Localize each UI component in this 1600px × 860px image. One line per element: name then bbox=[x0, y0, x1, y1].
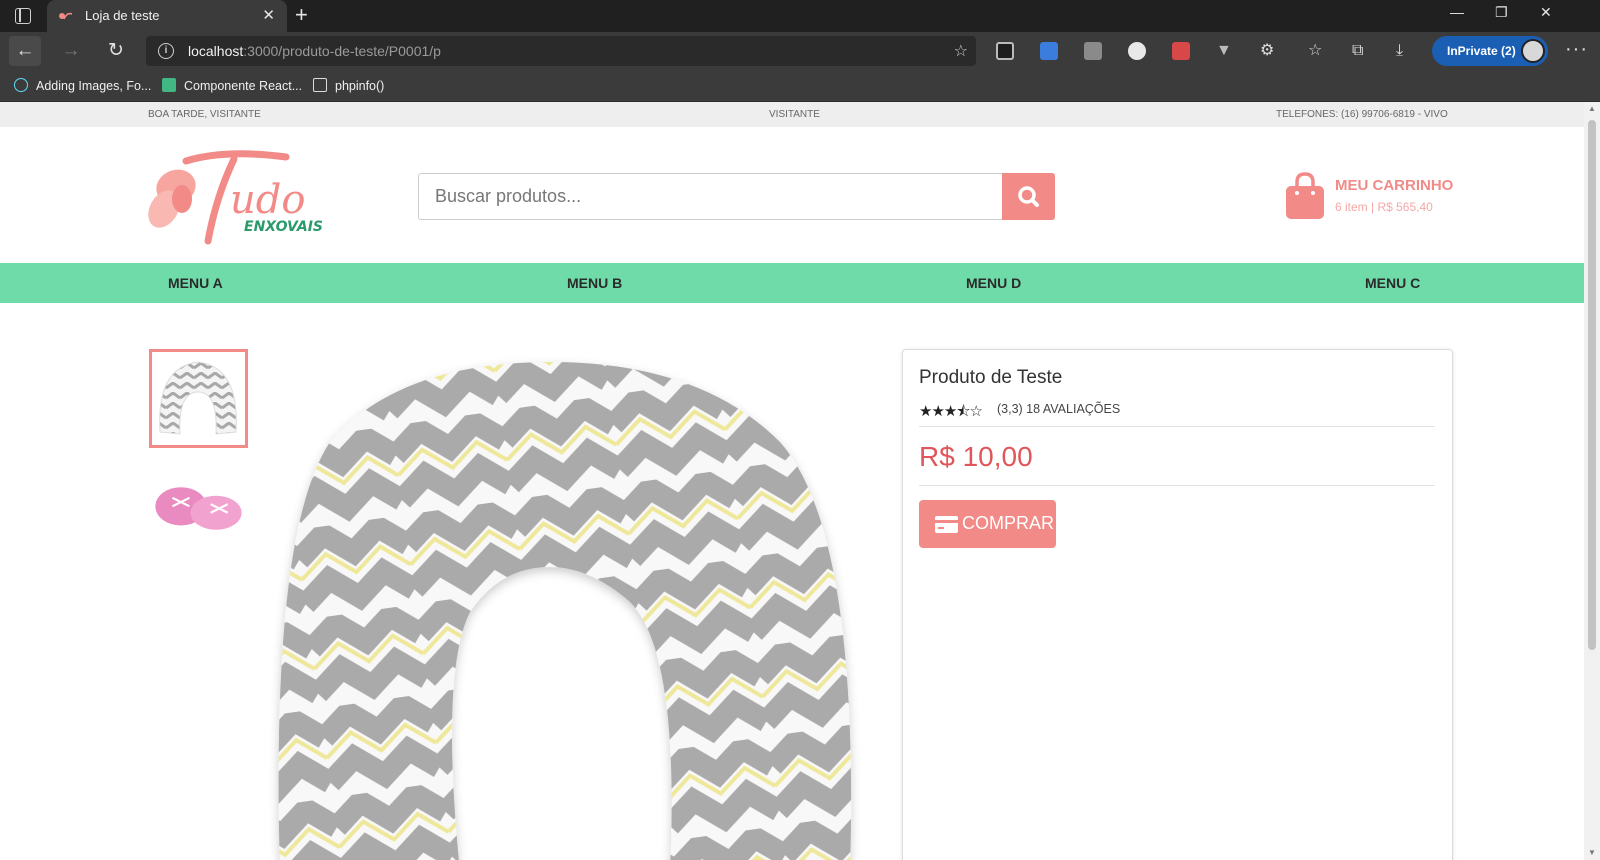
menu-item-c[interactable]: MENU C bbox=[1365, 263, 1420, 303]
main-menu: MENU A MENU B MENU D MENU C bbox=[0, 263, 1584, 303]
tab-close-icon[interactable]: ✕ bbox=[262, 6, 275, 24]
bookmark-item[interactable]: Adding Images, Fo... bbox=[14, 78, 151, 93]
page-scrollbar[interactable]: ▲ ▼ bbox=[1584, 102, 1600, 860]
top-info-bar: BOA TARDE, VISITANTE VISITANTE TELEFONES… bbox=[0, 102, 1584, 127]
bookmark-item[interactable]: Componente React... bbox=[162, 78, 302, 93]
product-name: Produto de Teste bbox=[919, 367, 1063, 388]
product-thumbnail-shoes[interactable] bbox=[149, 451, 248, 550]
store-logo[interactable]: udo ENXOVAIS bbox=[146, 147, 336, 247]
product-price: R$ 10,00 bbox=[919, 441, 1033, 472]
favorites-icon[interactable]: ☆ bbox=[1308, 42, 1326, 60]
site-favicon-icon bbox=[59, 12, 73, 20]
cart-summary[interactable]: 6 item | R$ 565,40 bbox=[1335, 200, 1433, 214]
bookmark-item[interactable]: phpinfo() bbox=[313, 78, 384, 93]
rating-text[interactable]: (3,3) 18 AVALIAÇÕES bbox=[997, 402, 1120, 416]
vue-devtools-icon[interactable]: ▼ bbox=[1216, 42, 1234, 60]
greeting-text: BOA TARDE, VISITANTE bbox=[148, 109, 261, 120]
menu-item-a[interactable]: MENU A bbox=[168, 263, 223, 303]
forward-icon[interactable]: → bbox=[55, 36, 87, 66]
scroll-up-icon[interactable]: ▲ bbox=[1588, 104, 1596, 113]
new-tab-icon[interactable]: + bbox=[295, 3, 308, 27]
tab-actions-icon[interactable] bbox=[15, 8, 31, 24]
scroll-down-icon[interactable]: ▼ bbox=[1588, 848, 1596, 857]
menu-item-d[interactable]: MENU D bbox=[966, 263, 1021, 303]
more-options-icon[interactable]: ··· bbox=[1565, 38, 1588, 61]
buy-button[interactable]: COMPRAR bbox=[919, 500, 1056, 548]
restore-icon[interactable]: ❐ bbox=[1495, 4, 1508, 21]
search-input[interactable] bbox=[418, 173, 1003, 220]
search-button[interactable] bbox=[1002, 173, 1055, 220]
close-window-icon[interactable]: ✕ bbox=[1540, 4, 1552, 21]
cart-title[interactable]: MEU CARRINHO bbox=[1335, 177, 1453, 194]
extension-icon[interactable] bbox=[996, 42, 1014, 60]
credit-card-icon bbox=[935, 516, 958, 533]
extension-icon[interactable] bbox=[1128, 42, 1146, 60]
vue-icon bbox=[162, 78, 176, 92]
divider bbox=[919, 485, 1435, 486]
browser-tab-bar: Loja de teste ✕ + — ❐ ✕ bbox=[0, 0, 1600, 32]
product-main-image[interactable] bbox=[270, 352, 890, 860]
divider bbox=[919, 426, 1435, 427]
minimize-icon[interactable]: — bbox=[1450, 4, 1464, 20]
phone-text: TELEFONES: (16) 99706-6819 - VIVO bbox=[1276, 109, 1448, 120]
svg-text:udo: udo bbox=[230, 177, 305, 223]
back-icon[interactable]: ← bbox=[9, 36, 41, 66]
collections-icon[interactable]: ⧉ bbox=[1352, 42, 1370, 60]
product-info-panel: Produto de Teste ★★★⯪☆ (3,3) 18 AVALIAÇÕ… bbox=[902, 349, 1453, 860]
extension-icon[interactable] bbox=[1172, 42, 1190, 60]
svg-text:ENXOVAIS: ENXOVAIS bbox=[244, 219, 323, 235]
tab-title: Loja de teste bbox=[85, 8, 160, 23]
address-bar[interactable]: i localhost:3000/produto-de-teste/P0001/… bbox=[146, 36, 976, 66]
page-icon bbox=[313, 78, 327, 92]
scrollbar-thumb[interactable] bbox=[1588, 120, 1596, 650]
add-favorite-icon[interactable]: ☆ bbox=[954, 41, 968, 61]
user-status-text: VISITANTE bbox=[769, 109, 820, 120]
menu-item-b[interactable]: MENU B bbox=[567, 263, 622, 303]
browser-tab[interactable]: Loja de teste ✕ bbox=[47, 0, 287, 32]
rating-stars-icon: ★★★⯪☆ bbox=[919, 403, 983, 420]
buy-button-label: COMPRAR bbox=[962, 513, 1055, 533]
extension-icon[interactable] bbox=[1040, 42, 1058, 60]
profile-avatar bbox=[1521, 39, 1545, 63]
inprivate-button[interactable]: InPrivate (2) bbox=[1432, 36, 1548, 66]
downloads-icon[interactable]: ⤓ bbox=[1396, 42, 1414, 60]
url-text[interactable]: localhost:3000/produto-de-teste/P0001/p bbox=[188, 43, 441, 59]
shopping-bag-icon[interactable] bbox=[1284, 172, 1326, 220]
address-toolbar: ← → ↻ i localhost:3000/produto-de-teste/… bbox=[0, 32, 1600, 70]
site-info-icon[interactable]: i bbox=[158, 43, 174, 59]
product-thumbnail-pillow[interactable] bbox=[149, 349, 248, 448]
reload-icon[interactable]: ↻ bbox=[100, 36, 132, 66]
search-icon bbox=[1018, 186, 1039, 207]
extension-icon[interactable] bbox=[1084, 42, 1102, 60]
extensions-icon[interactable]: ⚙ bbox=[1260, 42, 1278, 60]
bookmarks-bar: Adding Images, Fo... Componente React...… bbox=[0, 70, 1600, 102]
react-icon bbox=[14, 78, 28, 92]
web-page: BOA TARDE, VISITANTE VISITANTE TELEFONES… bbox=[0, 102, 1584, 860]
